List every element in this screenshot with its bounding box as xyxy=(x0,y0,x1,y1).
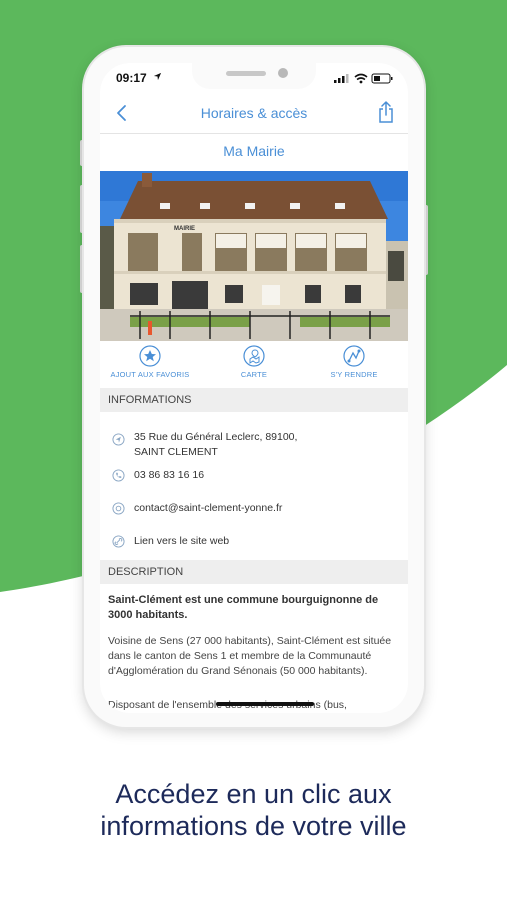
share-icon[interactable] xyxy=(376,100,396,124)
phone-screen: 09:17 Horaires & accès Ma Mairie MAIRIE … xyxy=(100,63,408,713)
email-text: contact@saint-clement-yonne.fr xyxy=(134,502,283,514)
map-label: CARTE xyxy=(240,370,268,379)
email-icon xyxy=(112,502,125,515)
phone-row[interactable]: 03 86 83 16 16 xyxy=(112,468,402,484)
map-button[interactable]: CARTE xyxy=(204,345,304,379)
nav-title: Horaires & accès xyxy=(200,105,308,121)
informations-heading: INFORMATIONS xyxy=(100,388,408,412)
navigation-bar: Horaires & accès xyxy=(100,93,408,134)
signal-icon xyxy=(334,74,349,83)
address-row[interactable]: 35 Rue du Général Leclerc, 89100, SAINT … xyxy=(112,430,402,462)
directions-label: S'Y RENDRE xyxy=(330,370,378,379)
status-time: 09:17 xyxy=(116,71,147,85)
link-icon xyxy=(112,535,125,548)
home-indicator[interactable] xyxy=(216,702,314,706)
phone-frame: 09:17 Horaires & accès Ma Mairie MAIRIE … xyxy=(84,47,424,727)
wifi-icon xyxy=(354,73,368,84)
phone-side-button xyxy=(424,205,428,275)
website-row[interactable]: Lien vers le site web xyxy=(112,534,402,550)
email-row[interactable]: contact@saint-clement-yonne.fr xyxy=(112,501,402,517)
location-icon xyxy=(112,433,125,446)
speaker-grille xyxy=(226,71,266,76)
description-heading: DESCRIPTION xyxy=(100,560,408,584)
map-icon xyxy=(243,345,265,367)
description-lead: Saint-Clément est une commune bourguigno… xyxy=(108,594,379,621)
star-icon xyxy=(139,345,161,367)
phone-notch xyxy=(192,63,316,89)
location-arrow-icon xyxy=(153,72,162,81)
status-icons xyxy=(334,73,393,84)
description-paragraph: Voisine de Sens (27 000 habitants), Sain… xyxy=(108,635,392,677)
address-text: 35 Rue du Général Leclerc, 89100, SAINT … xyxy=(134,431,298,458)
battery-icon xyxy=(371,73,393,84)
add-favorites-label: AJOUT AUX FAVORIS xyxy=(110,370,190,379)
phone-icon xyxy=(112,469,125,482)
phone-text: 03 86 83 16 16 xyxy=(134,469,205,481)
mairie-sign: MAIRIE xyxy=(174,226,195,232)
add-favorites-button[interactable]: AJOUT AUX FAVORIS xyxy=(100,345,200,379)
page-subtitle: Ma Mairie xyxy=(223,143,285,159)
directions-button[interactable]: S'Y RENDRE xyxy=(304,345,404,379)
front-camera xyxy=(278,68,288,78)
directions-icon xyxy=(343,345,365,367)
headline-line-1: Accédez en un clic aux xyxy=(115,779,392,809)
action-bar: AJOUT AUX FAVORIS CARTE S'Y RENDRE xyxy=(100,341,408,387)
headline-line-2: informations de votre ville xyxy=(100,811,407,841)
website-link[interactable]: Lien vers le site web xyxy=(134,534,229,549)
town-hall-photo: MAIRIE xyxy=(100,171,408,341)
